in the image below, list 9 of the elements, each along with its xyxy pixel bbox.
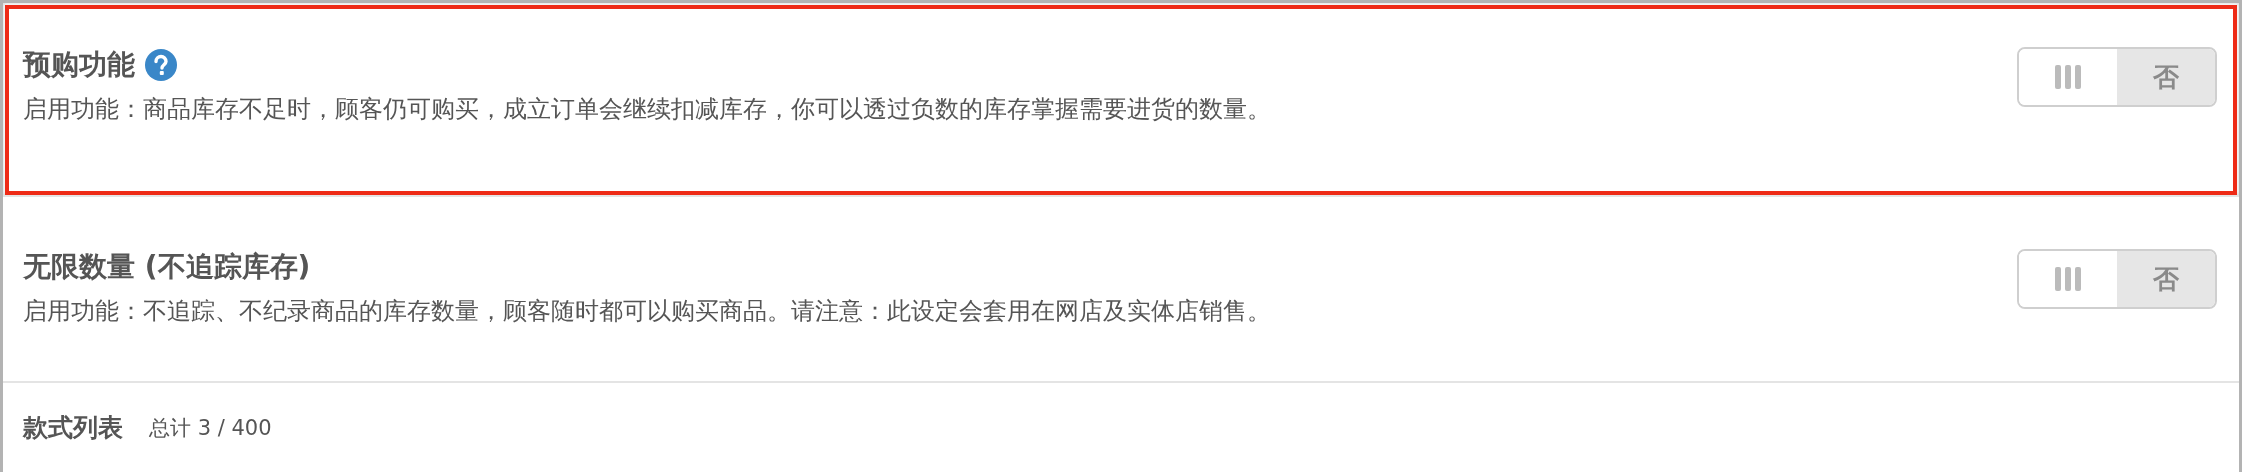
setting-title: 无限数量 (不追踪库存) bbox=[23, 249, 311, 285]
help-icon[interactable] bbox=[145, 49, 177, 81]
toggle-switch[interactable]: 否 bbox=[2017, 249, 2217, 309]
variant-count: 总计 3 / 400 bbox=[149, 414, 272, 442]
toggle-switch[interactable]: 否 bbox=[2017, 47, 2217, 107]
setting-title: 预购功能 bbox=[23, 47, 135, 83]
section-title: 款式列表 bbox=[23, 412, 123, 444]
setting-description: 启用功能：商品库存不足时，顾客仍可购买，成立订单会继续扣减库存，你可以透过负数的库存掌握需要进货的数量。 bbox=[23, 94, 1271, 125]
setting-description: 启用功能：不追踪、不纪录商品的库存数量，顾客随时都可以购买商品。请注意：此设定会套用在网店及实体店销售。 bbox=[23, 296, 1271, 327]
